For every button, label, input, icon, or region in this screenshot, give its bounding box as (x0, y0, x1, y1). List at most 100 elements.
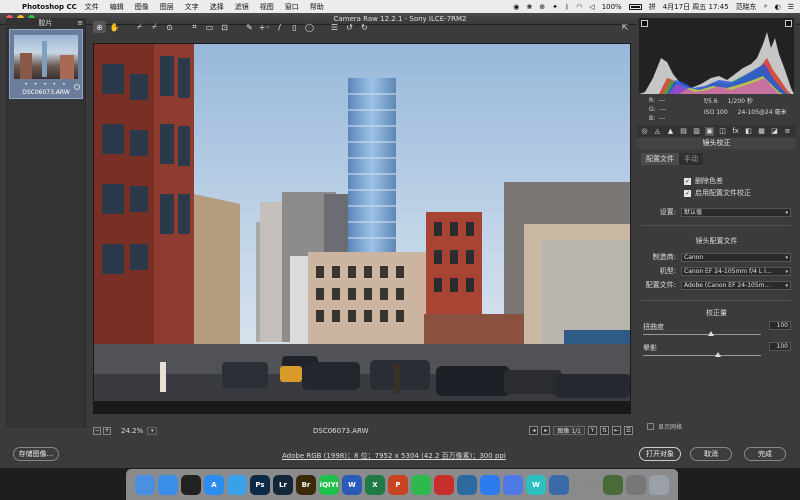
zoom-in-button[interactable]: + (103, 426, 111, 435)
lens-corrections-panel-icon[interactable]: ▣ (705, 126, 714, 136)
trash-icon[interactable] (649, 474, 669, 495)
make-select[interactable]: Canon ▾ (681, 252, 791, 262)
filmstrip-menu-icon[interactable]: ≡ (77, 19, 83, 27)
done-button[interactable]: 完成 (744, 447, 786, 461)
highlight-clipping-warning-icon[interactable] (785, 20, 792, 27)
bluetooth-icon[interactable]: ᛒ (565, 3, 569, 11)
qq-icon[interactable] (181, 474, 201, 495)
search-icon[interactable]: ⌕ (764, 2, 768, 11)
cancel-button[interactable]: 取消 (690, 447, 732, 461)
workflow-options-link[interactable]: Adobe RGB (1998)；8 位；7952 x 5304 (42.2 百… (282, 451, 506, 461)
notification-center-icon[interactable]: ☰ (788, 3, 794, 11)
before-after-toggle[interactable]: Y (588, 426, 597, 435)
wifi-icon[interactable]: ◠ (576, 3, 582, 11)
settings-select[interactable]: 默认值 ▾ (681, 207, 791, 217)
graduated-filter-icon[interactable]: ▯ (288, 21, 301, 33)
feishu-icon[interactable] (503, 474, 523, 495)
image-preview-area[interactable] (93, 43, 631, 414)
model-select[interactable]: Canon EF 24-105mm f/4 L I... ▾ (681, 266, 791, 276)
status-icon-1[interactable]: ◉ (513, 3, 519, 11)
thumbnail-rating[interactable]: • • • • • (12, 81, 80, 88)
photoshop-icon[interactable]: Ps (250, 474, 270, 495)
battery-icon[interactable] (628, 3, 642, 10)
next-image-button[interactable]: ▸ (541, 426, 551, 435)
tab-profile[interactable]: 配置文件 (641, 153, 679, 165)
netease-music-icon[interactable] (434, 474, 454, 495)
menu-type[interactable]: 文字 (185, 2, 199, 12)
preview-preferences-icon[interactable]: ☰ (624, 426, 633, 435)
remove-ca-row[interactable]: ✓ 删除色差 (684, 176, 723, 186)
bridge-icon[interactable]: Br (296, 474, 316, 495)
radial-filter-icon[interactable]: ◯ (303, 21, 316, 33)
red-eye-tool-icon[interactable]: +◦ (258, 21, 271, 33)
show-grid-checkbox[interactable] (647, 423, 654, 430)
menu-window[interactable]: 窗口 (285, 2, 299, 12)
profile-select[interactable]: Adobe (Canon EF 24-105m... ▾ (681, 280, 791, 290)
rotate-left-icon[interactable]: ↺ (343, 21, 356, 33)
basic-panel-icon[interactable]: ◎ (640, 127, 649, 136)
lightroom-icon[interactable]: Lr (273, 474, 293, 495)
crop-tool-icon[interactable]: ⌗ (188, 21, 201, 33)
zoom-dropdown-icon[interactable]: ▾ (147, 426, 158, 435)
white-balance-tool-icon[interactable]: ⌿ (133, 21, 146, 33)
hand-tool-icon[interactable]: ✋ (108, 21, 121, 33)
menu-edit[interactable]: 编辑 (110, 2, 124, 12)
hsl-panel-icon[interactable]: ▤ (679, 127, 688, 136)
presets-panel-icon[interactable]: ▦ (757, 127, 766, 136)
calibration-panel-icon[interactable]: ◧ (744, 127, 753, 136)
vignette-slider-thumb[interactable] (715, 352, 721, 357)
zoom-level[interactable]: 24.2% (121, 427, 143, 435)
split-toning-panel-icon[interactable]: ▥ (692, 127, 701, 136)
screen-share-icon[interactable] (603, 474, 623, 495)
vignette-slider-track[interactable] (643, 355, 761, 356)
app-menu[interactable]: Photoshop CC (22, 3, 77, 11)
word-icon[interactable]: W (342, 474, 362, 495)
zoom-out-button[interactable]: − (93, 426, 101, 435)
finder-icon[interactable] (135, 474, 155, 495)
transform-tool-icon[interactable]: ⊡ (218, 21, 231, 33)
vignette-input[interactable]: 100 (769, 342, 791, 351)
menu-select[interactable]: 选择 (210, 2, 224, 12)
targeted-adjustment-tool-icon[interactable]: ⊙ (163, 21, 176, 33)
volume-icon[interactable]: ◁ (589, 3, 594, 11)
spot-removal-tool-icon[interactable]: ✎ (243, 21, 256, 33)
zoom-tool-icon[interactable]: ⊕ (93, 21, 106, 33)
zoom-app-icon[interactable] (480, 474, 500, 495)
menu-view[interactable]: 视图 (260, 2, 274, 12)
siri-icon[interactable]: ◐ (775, 3, 781, 11)
qq-browser-icon[interactable] (227, 474, 247, 495)
detail-panel-icon[interactable]: ▲ (666, 127, 675, 136)
tab-manual[interactable]: 手动 (679, 153, 703, 165)
menu-help[interactable]: 帮助 (310, 2, 324, 12)
input-source-icon[interactable]: 拼 (649, 2, 656, 12)
save-image-button[interactable]: 存储图像... (13, 447, 59, 461)
transform-panel-icon[interactable]: ◫ (718, 127, 727, 136)
battery-percent[interactable]: 100% (602, 3, 622, 11)
safari-icon[interactable] (158, 474, 178, 495)
tone-curve-panel-icon[interactable]: ◬ (653, 127, 662, 136)
adjustment-brush-icon[interactable]: / (273, 21, 286, 33)
distortion-slider-thumb[interactable] (708, 331, 714, 336)
rotate-right-icon[interactable]: ↻ (358, 21, 371, 33)
wps-icon[interactable]: W (526, 474, 546, 495)
menu-image[interactable]: 图像 (135, 2, 149, 12)
enable-profile-checkbox[interactable]: ✓ (684, 189, 691, 197)
distortion-input[interactable]: 100 (769, 321, 791, 330)
menu-file[interactable]: 文件 (85, 2, 99, 12)
distortion-slider-track[interactable] (643, 334, 761, 335)
show-grid-row[interactable]: 显示网格 (647, 422, 682, 431)
open-object-button[interactable]: 打开对象 (639, 447, 681, 461)
effects-panel-icon[interactable]: fx (731, 127, 740, 136)
status-icon-4[interactable]: ✦ (552, 3, 558, 11)
filmstrip-thumbnail[interactable]: • • • • • DSC06073.ARW (9, 29, 83, 99)
status-icon-3[interactable]: ⊕ (539, 3, 545, 11)
iqiyi-icon[interactable]: iQIYI (319, 474, 339, 495)
enable-profile-row[interactable]: ✓ 启用配置文件校正 (684, 188, 751, 198)
preferences-icon[interactable]: ☰ (328, 21, 341, 33)
disk-utility-icon[interactable] (626, 474, 646, 495)
menu-filter[interactable]: 滤镜 (235, 2, 249, 12)
copy-settings-icon[interactable]: ⇤ (612, 426, 621, 435)
excel-icon[interactable]: X (365, 474, 385, 495)
open-preferences-icon[interactable]: ⇱ (619, 21, 631, 33)
preview-icon[interactable] (549, 474, 569, 495)
